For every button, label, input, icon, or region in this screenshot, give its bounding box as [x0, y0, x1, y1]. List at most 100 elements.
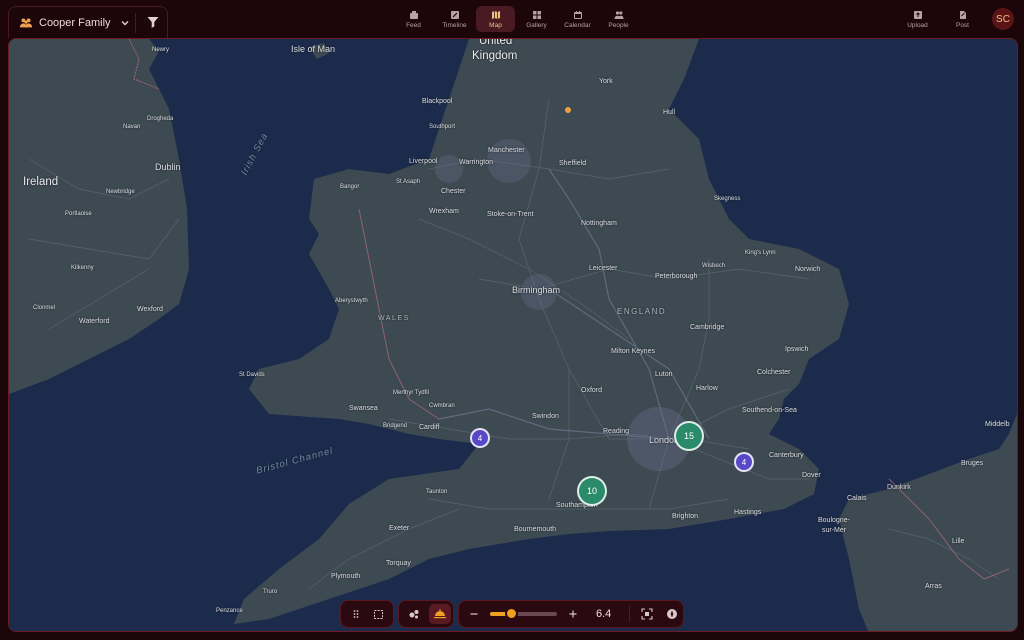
upload-icon	[913, 10, 922, 19]
post-icon	[959, 10, 966, 19]
photo-cluster[interactable]: 4	[734, 452, 754, 472]
map-label: Reading	[603, 428, 630, 435]
map-label: Newry	[152, 47, 170, 53]
nav-people[interactable]: People	[599, 6, 638, 32]
family-icon	[19, 17, 33, 27]
map-label: Leicester	[589, 265, 618, 272]
map-label: Penzance	[216, 608, 243, 614]
nav-timeline[interactable]: Timeline	[435, 6, 474, 32]
calendar-icon	[573, 10, 582, 19]
map-icon	[491, 10, 500, 19]
nav-label: People	[608, 21, 629, 29]
map-label: ENGLAND	[617, 307, 667, 316]
box-select-icon[interactable]	[367, 604, 389, 624]
map-label: Ipswich	[785, 346, 809, 353]
map-label: Bruges	[961, 460, 984, 467]
map-label: Taunton	[426, 489, 448, 495]
map-label: Brighton	[672, 513, 699, 520]
zoom-slider-knob[interactable]	[504, 607, 518, 620]
map-label: Oxford	[581, 387, 603, 394]
right-actions: Upload Post SC	[898, 6, 1014, 32]
divider	[135, 13, 136, 33]
nav-label: Feed	[406, 21, 421, 29]
map-label: Portlaoise	[65, 211, 92, 217]
zoom-out-button[interactable]	[463, 604, 484, 624]
post-label: Post	[955, 21, 969, 29]
drag-handle-icon[interactable]	[345, 604, 367, 624]
timeline-icon	[450, 10, 459, 19]
map-label: Skegness	[714, 196, 741, 202]
zoom-toolbar: 6.4	[458, 600, 684, 628]
map-label: Dunkirk	[887, 484, 911, 491]
map-label: Kilkenny	[71, 265, 94, 271]
map-canvas[interactable]	[9, 39, 1018, 632]
selection-toolbar	[340, 600, 394, 628]
map-label: St Davids	[239, 372, 265, 378]
map-label: Cambridge	[690, 324, 725, 331]
map-label: Swindon	[532, 413, 559, 420]
avatar[interactable]: SC	[992, 8, 1014, 30]
post-button[interactable]: Post	[943, 6, 982, 32]
map-label: York	[599, 78, 613, 85]
map-label: Kingdom	[472, 50, 518, 62]
map-label: Luton	[655, 371, 673, 378]
zoom-slider[interactable]	[490, 607, 557, 620]
compass-icon[interactable]	[662, 604, 683, 624]
map-label: Wexford	[137, 306, 163, 313]
map-label: Hull	[663, 109, 676, 116]
map-label: Ireland	[23, 176, 59, 188]
map-label: Clonmel	[33, 305, 56, 311]
filter-icon[interactable]	[146, 15, 160, 29]
map-label: King's Lynn	[745, 250, 776, 256]
map-label: Stoke-on-Trent	[487, 211, 534, 218]
cluster-view-icon[interactable]	[403, 604, 425, 624]
divider	[629, 606, 631, 622]
map-label: Cwmbran	[429, 403, 455, 409]
map-label: Isle of Man	[291, 44, 336, 54]
map-label: Drogheda	[147, 116, 174, 122]
nav-label: Timeline	[442, 21, 467, 29]
map-label: Canterbury	[769, 452, 804, 459]
nav-label: Gallery	[526, 21, 547, 29]
chevron-down-icon	[121, 20, 129, 25]
map-label: Navan	[123, 124, 141, 130]
photo-cluster[interactable]: 4	[470, 428, 490, 448]
map-label: Colchester	[757, 369, 791, 376]
layer-toolbar	[398, 600, 454, 628]
map-label: Truro	[263, 589, 278, 595]
map-label: Cardiff	[419, 424, 440, 431]
feed-icon	[409, 10, 418, 19]
upload-button[interactable]: Upload	[898, 6, 937, 32]
fit-bounds-icon[interactable]	[636, 604, 657, 624]
photo-cluster[interactable]: 15	[674, 421, 704, 451]
map-view[interactable]: Isle of Man United Kingdom York Hull Bla…	[8, 38, 1018, 632]
map-label: Bridgend	[383, 423, 408, 429]
map-label: Manchester	[488, 147, 525, 154]
map-label: Middelb	[985, 421, 1010, 428]
top-bar: Cooper Family Feed Timeline Map Gallery …	[0, 0, 1024, 38]
map-label: Wrexham	[429, 208, 459, 215]
map-label: Norwich	[795, 266, 821, 273]
nav-map[interactable]: Map	[476, 6, 515, 32]
map-label: Exeter	[389, 525, 410, 532]
gallery-icon	[532, 10, 541, 19]
heatmap-view-icon[interactable]	[429, 604, 451, 624]
map-label: Hastings	[734, 509, 762, 516]
map-label: Waterford	[79, 318, 110, 325]
map-label: Harlow	[696, 385, 718, 392]
zoom-level: 6.4	[596, 608, 612, 620]
map-label: Arras	[925, 583, 942, 590]
zoom-in-button[interactable]	[563, 604, 584, 624]
map-label: Bournemouth	[514, 526, 557, 533]
map-label: Torquay	[386, 560, 411, 567]
nav-gallery[interactable]: Gallery	[517, 6, 556, 32]
map-label: Newbridge	[106, 189, 135, 195]
photo-cluster[interactable]: 10	[577, 476, 607, 506]
family-selector[interactable]: Cooper Family	[8, 6, 168, 38]
map-label: Liverpool	[409, 158, 438, 165]
nav-feed[interactable]: Feed	[394, 6, 433, 32]
family-name: Cooper Family	[39, 16, 111, 29]
people-icon	[614, 10, 623, 19]
map-label: Sheffield	[559, 160, 587, 167]
nav-calendar[interactable]: Calendar	[558, 6, 597, 32]
